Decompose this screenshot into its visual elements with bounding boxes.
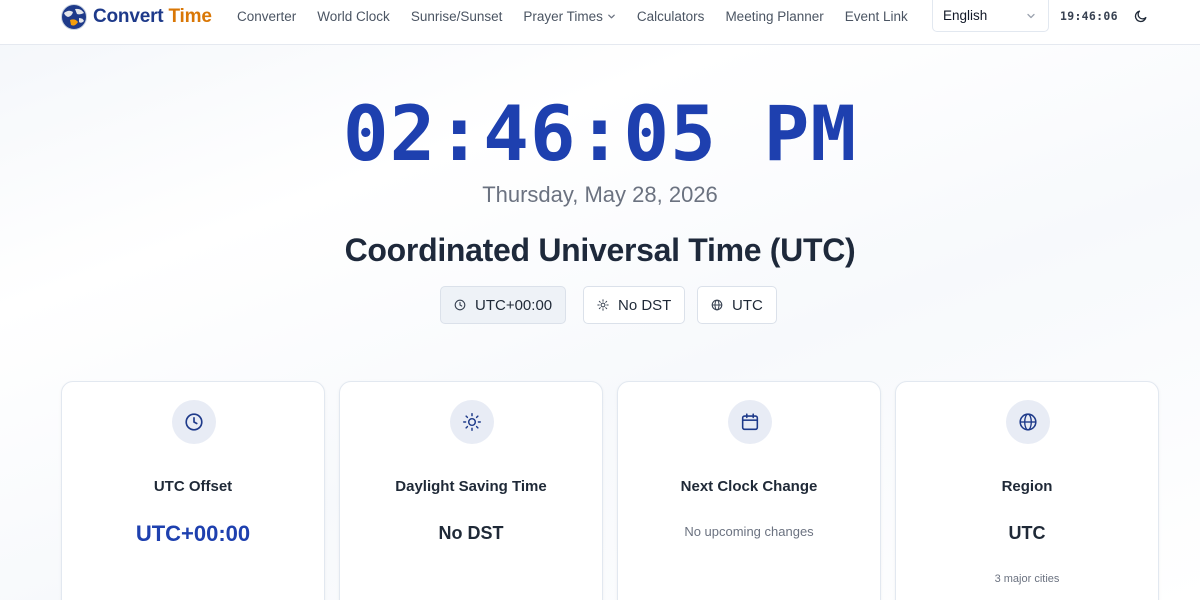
nav-meeting-planner[interactable]: Meeting Planner — [725, 9, 823, 24]
brand-logo[interactable]: Convert Time — [60, 2, 212, 32]
nav-converter[interactable]: Converter — [237, 9, 296, 24]
chevron-down-icon — [608, 14, 615, 18]
brand-name-part1: Convert — [93, 6, 164, 27]
clock-icon — [454, 299, 466, 311]
card-label: Daylight Saving Time — [395, 478, 547, 495]
card-region: Region UTC 3 major cities — [895, 381, 1159, 600]
moon-icon — [1134, 10, 1147, 23]
badge-utc-offset-label: UTC+00:00 — [475, 296, 553, 314]
calendar-icon — [741, 413, 759, 431]
card-dst: Daylight Saving Time No DST — [339, 381, 603, 600]
globe-logo-icon — [61, 4, 87, 30]
card-value: No DST — [438, 523, 504, 543]
badge-utc-offset[interactable]: UTC+00:00 — [440, 286, 567, 324]
card-icon-wrap — [450, 400, 494, 444]
card-value: No upcoming changes — [684, 524, 814, 539]
badge-region[interactable]: UTC — [697, 286, 777, 324]
card-icon-wrap — [1006, 400, 1050, 444]
card-next-clock-change: Next Clock Change No upcoming changes — [617, 381, 881, 600]
top-header: Convert Time Converter World Clock Sunri… — [0, 0, 1200, 45]
card-value: UTC — [1008, 523, 1046, 543]
language-selected: English — [943, 8, 988, 23]
card-value: UTC+00:00 — [135, 521, 251, 546]
language-select[interactable]: English — [932, 0, 1049, 32]
card-icon-wrap — [172, 400, 216, 444]
nav-prayer-times[interactable]: Prayer Times — [523, 9, 616, 24]
brand-name-part2: Time — [168, 6, 212, 27]
badge-dst-label: No DST — [618, 296, 672, 314]
card-label: UTC Offset — [153, 478, 233, 495]
main-nav: Converter World Clock Sunrise/Sunset Pra… — [237, 0, 929, 32]
header-clock: 19:46:06 — [1060, 9, 1118, 23]
theme-toggle-button[interactable] — [1132, 7, 1150, 25]
sun-icon — [597, 299, 609, 311]
card-label: Region — [1001, 478, 1053, 495]
chevron-down-icon — [1027, 13, 1035, 19]
nav-sunrise-sunset[interactable]: Sunrise/Sunset — [411, 9, 503, 24]
current-date: Thursday, May 28, 2026 — [482, 182, 718, 207]
card-subtext: 3 major cities — [994, 573, 1060, 585]
nav-prayer-times-label: Prayer Times — [523, 8, 603, 24]
globe-icon — [711, 299, 723, 311]
globe-icon — [1019, 413, 1037, 431]
timezone-title: Coordinated Universal Time (UTC) — [344, 232, 856, 268]
badge-region-label: UTC — [732, 296, 763, 314]
card-label: Next Clock Change — [680, 478, 818, 495]
clock-icon — [185, 413, 203, 431]
badge-dst[interactable]: No DST — [583, 286, 686, 324]
brand-name: Convert Time — [93, 6, 212, 28]
card-icon-wrap — [728, 400, 772, 444]
nav-calculators[interactable]: Calculators — [637, 9, 705, 24]
nav-world-clock[interactable]: World Clock — [317, 9, 390, 24]
card-utc-offset: UTC Offset UTC+00:00 — [61, 381, 325, 600]
nav-event-link[interactable]: Event Link — [845, 9, 908, 24]
timezone-badges: UTC+00:00 No DST UTC — [0, 286, 1200, 324]
sun-icon — [463, 413, 481, 431]
current-time-display: 02:46:05 PM — [342, 89, 858, 178]
